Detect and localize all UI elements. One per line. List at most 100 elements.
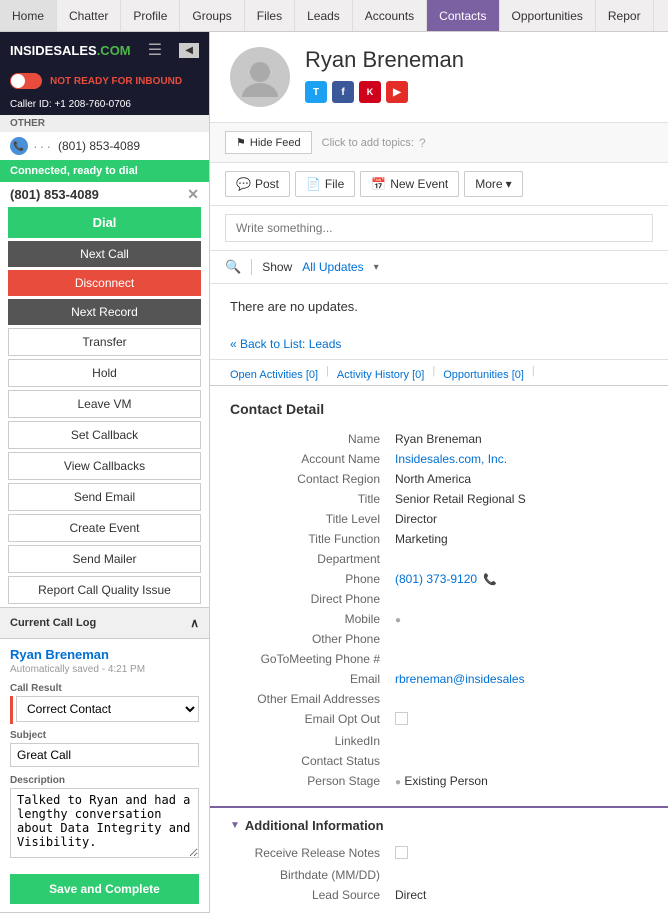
call-log-caller-name: Ryan Breneman	[10, 647, 199, 662]
facebook-icon[interactable]: f	[332, 81, 354, 103]
field-value-linkedin	[390, 731, 648, 751]
tab-opportunities[interactable]: Opportunities [0]	[443, 365, 524, 385]
account-name-link[interactable]: Insidesales.com, Inc.	[395, 452, 507, 466]
field-label-direct-phone: Direct Phone	[230, 589, 390, 609]
nav-groups[interactable]: Groups	[180, 0, 244, 31]
table-row: Department	[230, 549, 648, 569]
show-updates-text: Show	[262, 260, 292, 274]
field-label-other-email: Other Email Addresses	[230, 689, 390, 709]
send-mailer-button[interactable]: Send Mailer	[8, 545, 201, 573]
create-event-button[interactable]: Create Event	[8, 514, 201, 542]
leave-vm-button[interactable]: Leave VM	[8, 390, 201, 418]
table-row: Lead Source Direct	[230, 885, 648, 905]
field-label-mobile: Mobile	[230, 609, 390, 629]
call-log-title: Current Call Log	[10, 617, 96, 629]
collapse-arrow[interactable]: ◀	[179, 43, 199, 58]
tab-open-activities[interactable]: Open Activities [0]	[230, 365, 318, 385]
tab-activity-history[interactable]: Activity History [0]	[337, 365, 424, 385]
field-value-name: Ryan Breneman	[390, 429, 648, 449]
next-call-button[interactable]: Next Call	[8, 241, 201, 267]
more-chevron-icon: ▾	[506, 177, 512, 191]
field-value-direct-phone	[390, 589, 648, 609]
additional-info-title: Additional Information	[245, 818, 384, 833]
phone-link[interactable]: (801) 373-9120	[395, 572, 477, 586]
new-event-button[interactable]: 📅 New Event	[360, 171, 459, 197]
youtube-icon[interactable]: ▶	[386, 81, 408, 103]
twitter-icon[interactable]: T	[305, 81, 327, 103]
next-record-button[interactable]: Next Record	[8, 299, 201, 325]
call-result-select[interactable]: Correct Contact	[16, 696, 199, 722]
transfer-button[interactable]: Transfer	[8, 328, 201, 356]
file-button[interactable]: 📄 File	[295, 171, 355, 197]
nav-accounts[interactable]: Accounts	[353, 0, 427, 31]
help-icon[interactable]: ?	[419, 136, 426, 150]
description-textarea[interactable]: Talked to Ryan and had a lengthy convers…	[10, 788, 199, 858]
logo-suffix: .COM	[97, 43, 131, 58]
other-section-label: OTHER	[0, 115, 209, 132]
other-phone-number: (801) 853-4089	[58, 139, 140, 153]
logo: INSIDESALES.COM	[10, 43, 131, 58]
field-value-contact-status	[390, 751, 648, 771]
hold-button[interactable]: Hold	[8, 359, 201, 387]
nav-home[interactable]: Home	[0, 0, 57, 31]
subject-input[interactable]	[10, 743, 199, 767]
subject-group: Subject	[10, 730, 199, 767]
nav-leads[interactable]: Leads	[295, 0, 353, 31]
table-row: GoToMeeting Phone #	[230, 649, 648, 669]
field-label-birthdate: Birthdate (MM/DD)	[230, 865, 390, 885]
table-row: Mobile ●	[230, 609, 648, 629]
inbound-toggle-bar: NOT READY FOR INBOUND	[0, 68, 209, 94]
field-label-lead-source: Lead Source	[230, 885, 390, 905]
field-label-other-phone: Other Phone	[230, 629, 390, 649]
field-label-person-stage: Person Stage	[230, 771, 390, 791]
search-icon[interactable]: 🔍	[225, 259, 241, 275]
back-link-anchor[interactable]: « Back to List: Leads	[230, 337, 341, 351]
view-callbacks-button[interactable]: View Callbacks	[8, 452, 201, 480]
field-label-region: Contact Region	[230, 469, 390, 489]
chatter-input[interactable]	[225, 214, 653, 242]
table-row: Email rbreneman@insidesales	[230, 669, 648, 689]
nav-chatter[interactable]: Chatter	[57, 0, 121, 31]
call-log-toggle[interactable]: Current Call Log ∧	[0, 607, 209, 639]
set-callback-button[interactable]: Set Callback	[8, 421, 201, 449]
contact-detail-title: Contact Detail	[230, 401, 648, 417]
disconnect-button[interactable]: Disconnect	[8, 270, 201, 296]
inbound-toggle-switch[interactable]	[10, 73, 42, 89]
nav-files[interactable]: Files	[245, 0, 295, 31]
mobile-info-icon: ●	[395, 615, 401, 626]
all-updates-link[interactable]: All Updates	[302, 260, 363, 274]
report-quality-button[interactable]: Report Call Quality Issue	[8, 576, 201, 604]
activity-history-count: [0]	[412, 369, 424, 381]
save-complete-button[interactable]: Save and Complete	[10, 874, 199, 904]
table-row: LinkedIn	[230, 731, 648, 751]
table-row: Title Level Director	[230, 509, 648, 529]
table-row: Title Senior Retail Regional S	[230, 489, 648, 509]
email-link[interactable]: rbreneman@insidesales	[395, 672, 525, 686]
field-label-account: Account Name	[230, 449, 390, 469]
additional-info-toggle[interactable]: ▼ Additional Information	[230, 818, 648, 833]
contact-detail-table: Name Ryan Breneman Account Name Insidesa…	[230, 429, 648, 791]
action-bar: 💬 Post 📄 File 📅 New Event More ▾	[210, 163, 668, 206]
table-row: Contact Status	[230, 751, 648, 771]
close-number-icon[interactable]: ✕	[187, 186, 199, 203]
menu-icon[interactable]: ☰	[148, 40, 162, 60]
more-button[interactable]: More ▾	[464, 171, 522, 197]
dial-button[interactable]: Dial	[8, 207, 201, 238]
send-email-button[interactable]: Send Email	[8, 483, 201, 511]
top-navigation: Home Chatter Profile Groups Files Leads …	[0, 0, 668, 32]
release-notes-checkbox[interactable]	[395, 846, 408, 859]
updates-dropdown-icon[interactable]: ▾	[374, 262, 379, 273]
nav-opportunities[interactable]: Opportunities	[500, 0, 596, 31]
nav-reports[interactable]: Repor	[596, 0, 654, 31]
table-row: Contact Region North America	[230, 469, 648, 489]
phone-circle-icon: 📞	[10, 137, 28, 155]
table-row: Direct Phone	[230, 589, 648, 609]
nav-profile[interactable]: Profile	[121, 0, 180, 31]
nav-contacts[interactable]: Contacts	[427, 0, 499, 31]
post-button[interactable]: 💬 Post	[225, 171, 290, 197]
field-label-linkedin: LinkedIn	[230, 731, 390, 751]
hide-feed-button[interactable]: ⚑ Hide Feed	[225, 131, 312, 154]
email-opt-out-checkbox[interactable]	[395, 712, 408, 725]
person-stage-info-icon: ●	[395, 777, 401, 788]
klout-icon[interactable]: K	[359, 81, 381, 103]
